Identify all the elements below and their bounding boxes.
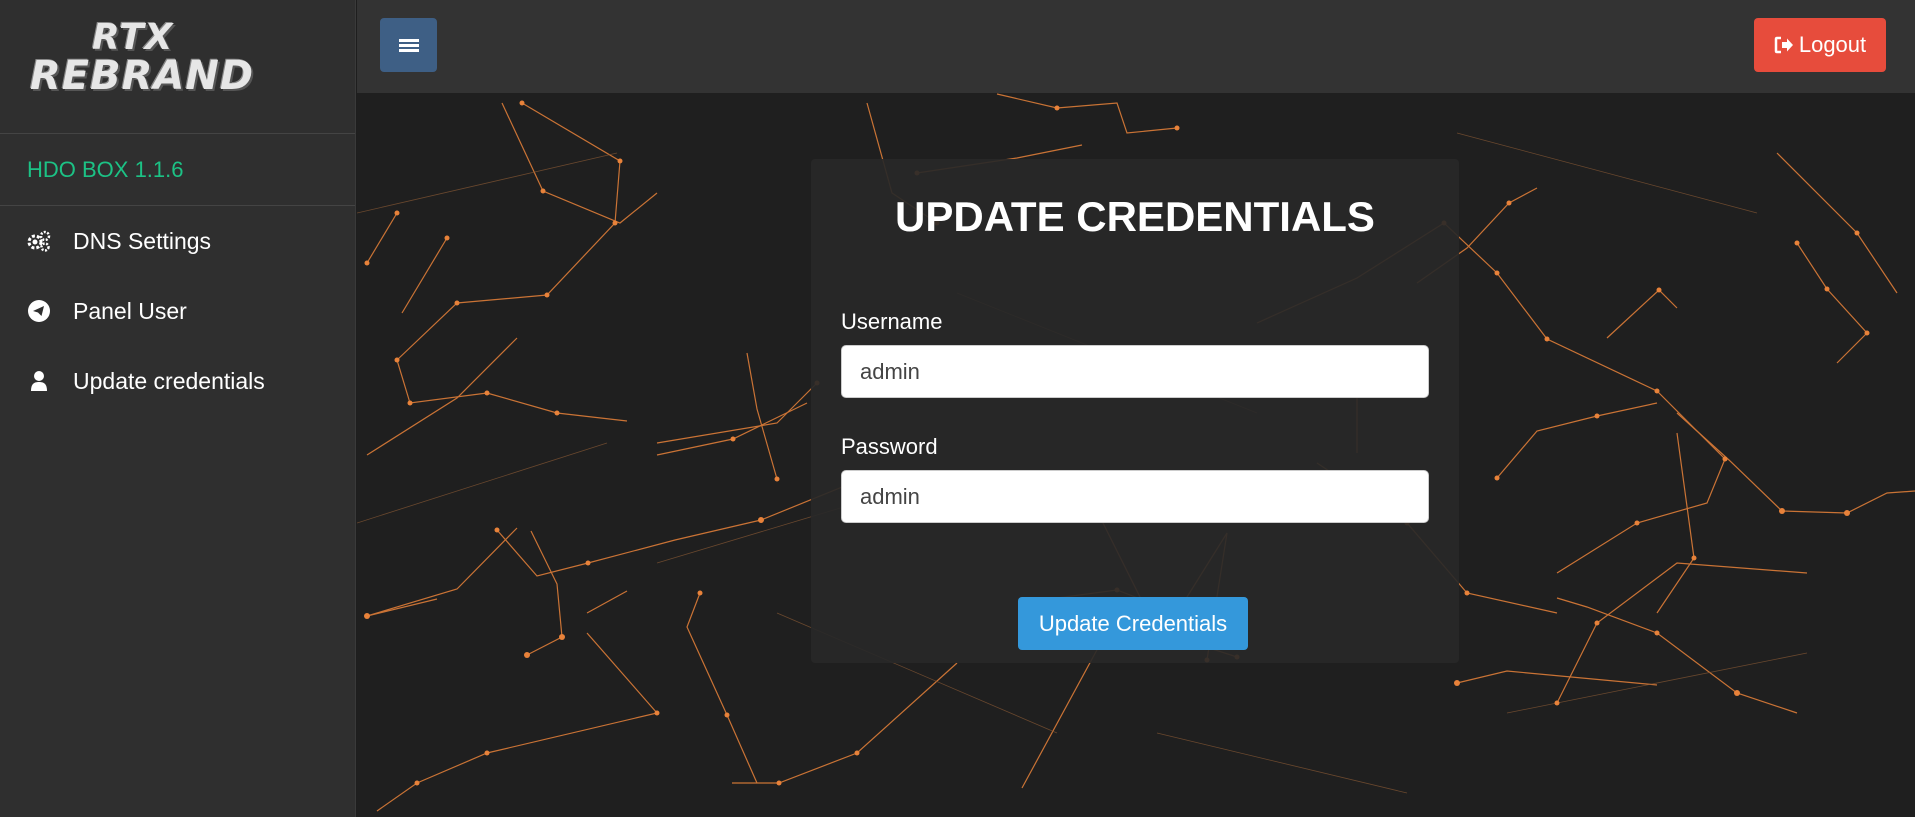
user-icon: [25, 367, 53, 395]
telegram-icon: [25, 297, 53, 325]
form-title: UPDATE CREDENTIALS: [895, 193, 1375, 240]
logo: RTX REBRAND: [0, 0, 355, 134]
update-credentials-button[interactable]: Update Credentials: [1018, 597, 1248, 650]
sidebar-item-dns-settings[interactable]: DNS Settings: [0, 206, 355, 276]
sidebar-item-update-credentials[interactable]: Update credentials: [0, 346, 355, 416]
menu-toggle-button[interactable]: [380, 18, 437, 72]
password-input[interactable]: [841, 470, 1429, 523]
username-label: Username: [841, 309, 943, 334]
logo-line2: REBRAND: [30, 53, 255, 99]
logout-button[interactable]: Logout: [1754, 18, 1886, 72]
sidebar-item-label: Update credentials: [73, 367, 265, 394]
sidebar: RTX REBRAND HDO BOX 1.1.6 DNS Settings P…: [0, 0, 356, 817]
hamburger-icon: [398, 37, 419, 54]
sidebar-item-label: DNS Settings: [73, 227, 212, 254]
logo-line1: RTX: [92, 17, 174, 58]
version-label: HDO BOX 1.1.6: [0, 134, 355, 206]
gears-icon: [25, 227, 53, 255]
logout-label: Logout: [1798, 32, 1867, 57]
sign-out-icon: [1774, 36, 1794, 54]
topbar: Logout: [357, 0, 1915, 93]
credentials-form-card: UPDATE CREDENTIALS Username Password Upd…: [811, 159, 1459, 663]
username-input[interactable]: [841, 345, 1429, 398]
sidebar-item-panel-user[interactable]: Panel User: [0, 276, 355, 346]
password-label: Password: [841, 434, 938, 459]
sidebar-item-label: Panel User: [73, 297, 187, 324]
main-content: UPDATE CREDENTIALS Username Password Upd…: [357, 93, 1915, 817]
logo-text: RTX REBRAND: [30, 17, 255, 99]
